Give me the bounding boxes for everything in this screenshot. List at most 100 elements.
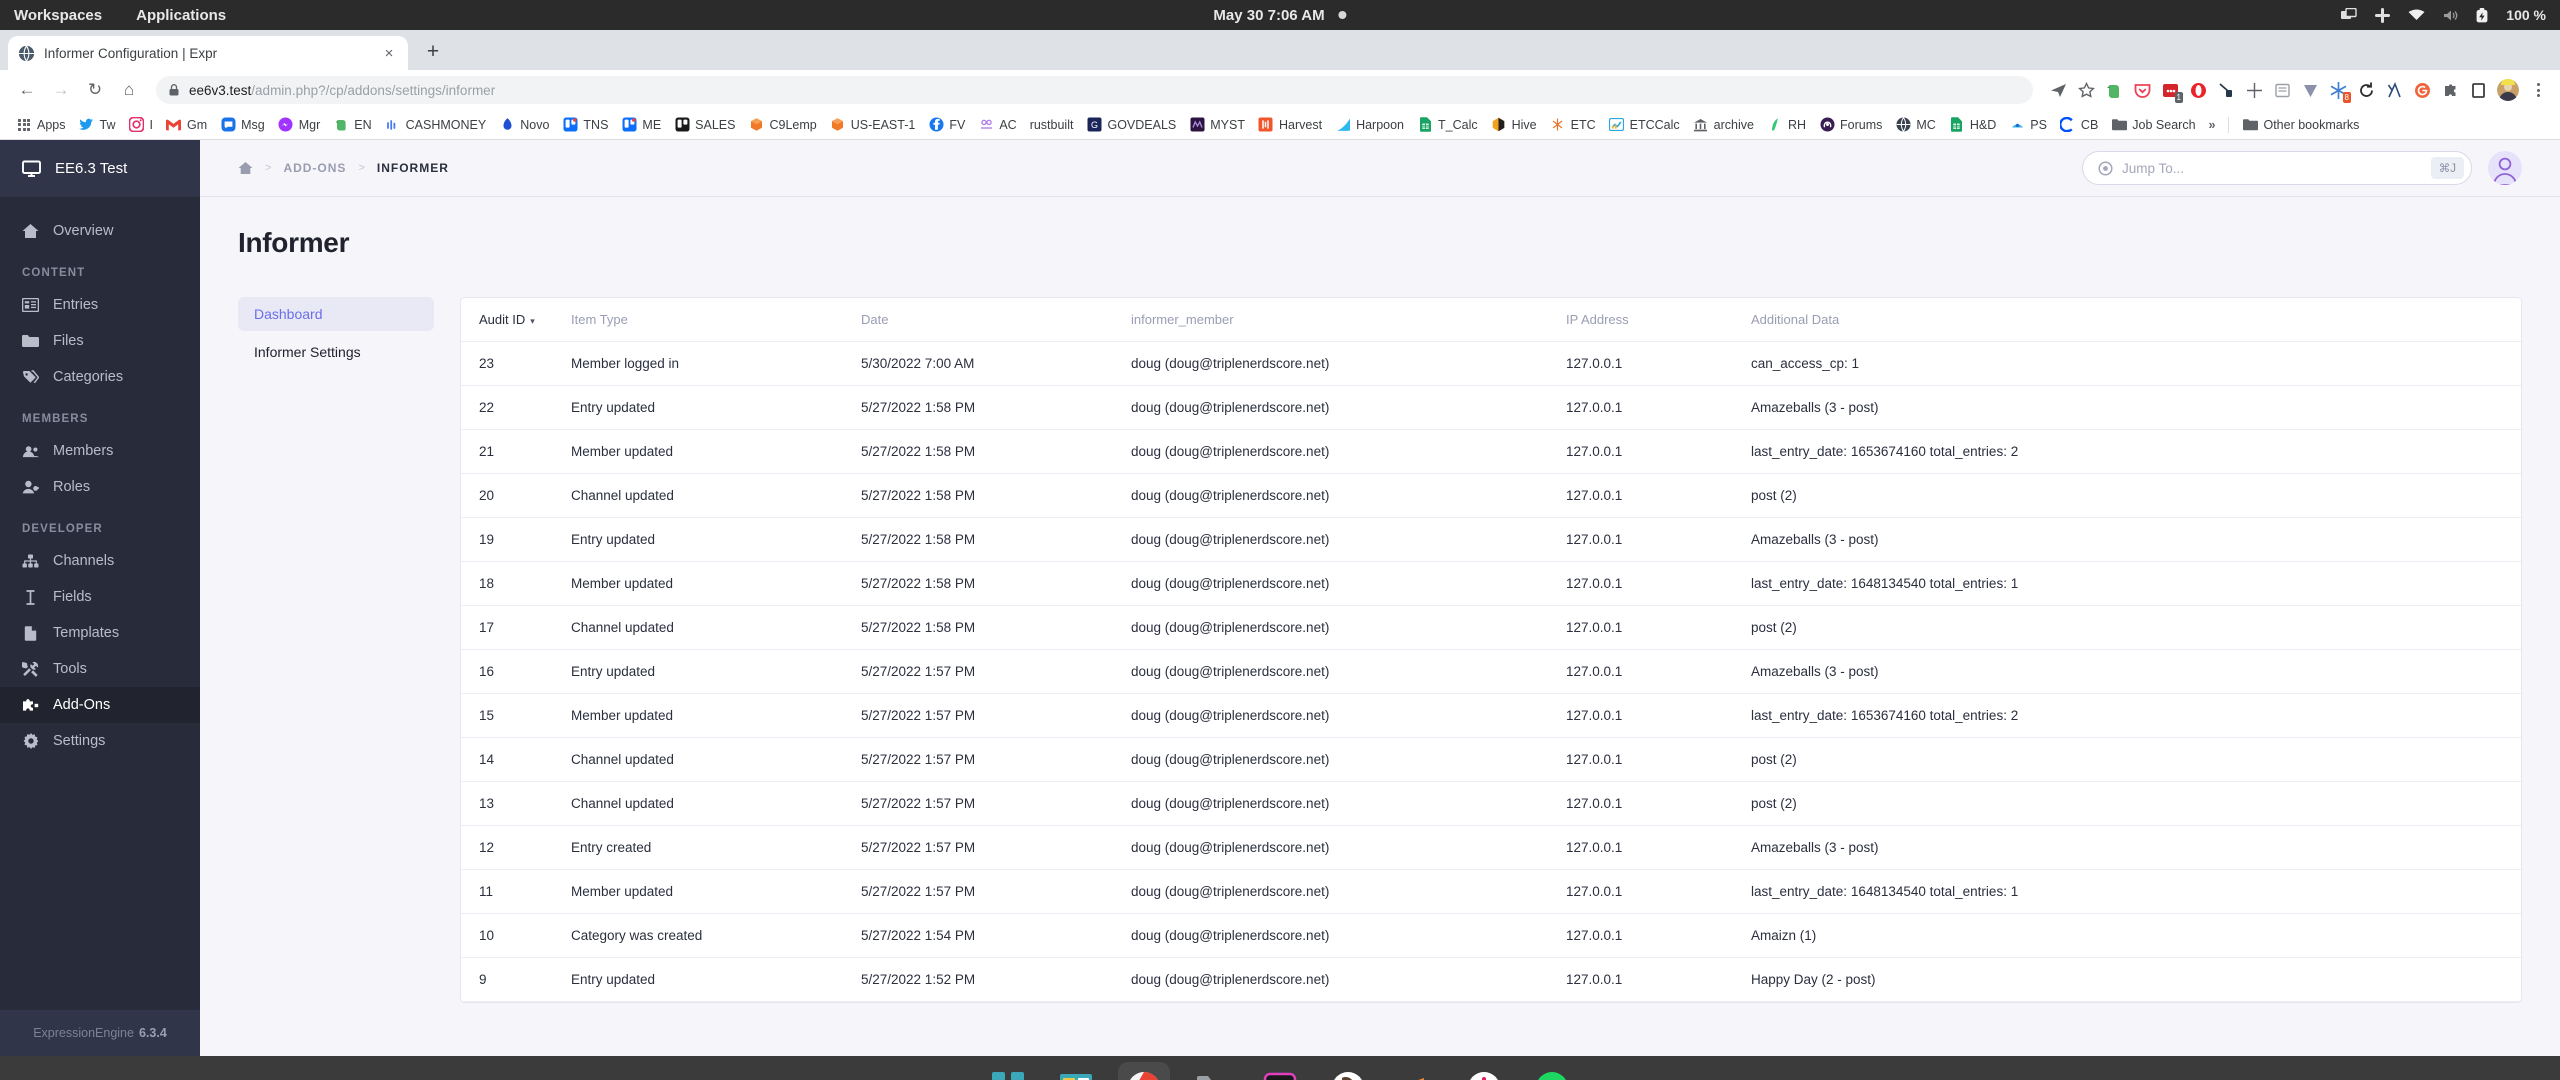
jump-to-search[interactable]: Jump To... ⌘J: [2082, 151, 2472, 185]
subnav-item-dashboard[interactable]: Dashboard: [238, 297, 434, 331]
bookmark-govdeals[interactable]: G GOVDEALS: [1080, 114, 1182, 136]
table-row[interactable]: 16 Entry updated 5/27/2022 1:57 PM doug (do…: [461, 649, 2521, 694]
forward-button[interactable]: →: [46, 75, 76, 105]
spotify-icon[interactable]: [1526, 1062, 1578, 1080]
google-chrome-icon[interactable]: [1118, 1062, 1170, 1080]
site-switcher[interactable]: EE6.3 Test: [0, 140, 200, 197]
table-row[interactable]: 10 Category was created 5/27/2022 1:54 PM d…: [461, 913, 2521, 958]
pocket-icon[interactable]: [2133, 81, 2152, 100]
xfce-appfinder-icon[interactable]: [982, 1062, 1034, 1080]
sidebar-item-templates[interactable]: Templates: [0, 615, 200, 651]
table-row[interactable]: 15 Member updated 5/27/2022 1:57 PM doug (d…: [461, 693, 2521, 738]
avatar[interactable]: [2488, 151, 2522, 185]
sidebar-item-fields[interactable]: Fields: [0, 579, 200, 615]
sidebar-item-members[interactable]: Members: [0, 433, 200, 469]
os-menu-workspaces[interactable]: Workspaces: [14, 7, 102, 24]
table-row[interactable]: 17 Channel updated 5/27/2022 1:58 PM doug (…: [461, 605, 2521, 650]
sidebar-item-settings[interactable]: Settings: [0, 723, 200, 759]
grammarly-icon[interactable]: [2413, 81, 2432, 100]
table-row[interactable]: 20 Channel updated 5/27/2022 1:58 PM doug (…: [461, 473, 2521, 518]
table-row[interactable]: 21 Member updated 5/27/2022 1:58 PM doug (d…: [461, 429, 2521, 474]
notebook-icon[interactable]: [2273, 81, 2292, 100]
column-header-ip-address[interactable]: IP Address: [1566, 298, 1751, 342]
bookmark-en[interactable]: EN: [327, 114, 377, 136]
os-menu-applications[interactable]: Applications: [136, 7, 226, 24]
back-button[interactable]: ←: [12, 75, 42, 105]
evernote-icon[interactable]: [2105, 81, 2124, 100]
bookmark-ps[interactable]: PS: [2003, 114, 2053, 136]
gimp-icon[interactable]: [1322, 1062, 1374, 1080]
bookmark-cashmoney[interactable]: CASHMONEY: [379, 114, 493, 136]
v-icon[interactable]: [2301, 81, 2320, 100]
sidebar-item-channels[interactable]: Channels: [0, 543, 200, 579]
table-row[interactable]: 19 Entry updated 5/27/2022 1:58 PM doug (do…: [461, 517, 2521, 562]
bookmark-us-east-1[interactable]: US-EAST-1: [824, 114, 922, 136]
bookmark-mc[interactable]: MC: [1889, 114, 1941, 136]
bookmark-novo[interactable]: Novo: [493, 114, 555, 136]
wifi-icon[interactable]: [2408, 9, 2425, 21]
terminal-icon[interactable]: [1254, 1062, 1306, 1080]
table-row[interactable]: 11 Member updated 5/27/2022 1:57 PM doug (d…: [461, 869, 2521, 914]
bookmark-gm[interactable]: Gm: [160, 114, 213, 136]
window-manager-icon[interactable]: [1050, 1062, 1102, 1080]
bookmark-apps[interactable]: Apps: [10, 114, 72, 136]
bookmark-c9lemp[interactable]: C9Lemp: [742, 114, 822, 136]
table-row[interactable]: 9 Entry updated 5/27/2022 1:52 PM doug (dou…: [461, 957, 2521, 1002]
table-row[interactable]: 22 Entry updated 5/27/2022 1:58 PM doug (do…: [461, 385, 2521, 430]
browser-tab[interactable]: Informer Configuration | Expr ×: [8, 36, 408, 70]
bookmark-etc[interactable]: ETC: [1544, 114, 1602, 136]
kebab-menu-icon[interactable]: [2528, 83, 2548, 97]
column-header-date[interactable]: Date: [861, 298, 1131, 342]
new-tab-button[interactable]: +: [418, 37, 448, 67]
sidebar-item-entries[interactable]: Entries: [0, 287, 200, 323]
sidebar-item-tools[interactable]: Tools: [0, 651, 200, 687]
battery-icon[interactable]: [2476, 7, 2488, 23]
sidebar-item-files[interactable]: Files: [0, 323, 200, 359]
table-row[interactable]: 14 Channel updated 5/27/2022 1:57 PM doug (…: [461, 737, 2521, 782]
send-to-icon[interactable]: [2049, 81, 2068, 100]
bookmark-tns[interactable]: TNS: [556, 114, 614, 136]
bookmark-harvest[interactable]: Harvest: [1252, 114, 1328, 136]
volume-icon[interactable]: [2443, 9, 2458, 22]
bookmark-star-icon[interactable]: [2077, 81, 2096, 100]
bookmark-hive[interactable]: Hive: [1485, 114, 1543, 136]
crosshair-icon[interactable]: [2245, 81, 2264, 100]
column-header-item-type[interactable]: Item Type: [571, 298, 861, 342]
column-header-informer-member[interactable]: informer_member: [1131, 298, 1566, 342]
sidebar-item-categories[interactable]: Categories: [0, 359, 200, 395]
bookmark-ac[interactable]: AC: [972, 114, 1022, 136]
column-header-additional-data[interactable]: Additional Data: [1751, 298, 2521, 342]
pen-icon[interactable]: [2217, 81, 2236, 100]
slack-icon[interactable]: [1458, 1062, 1510, 1080]
bookmark-other-bookmarks[interactable]: Other bookmarks: [2236, 114, 2365, 136]
bookmark-mgr[interactable]: Mgr: [272, 114, 327, 136]
snowflake-icon[interactable]: 8: [2329, 81, 2351, 103]
sidebar-item-overview[interactable]: Overview: [0, 213, 200, 249]
close-icon[interactable]: ×: [380, 45, 398, 62]
bookmark-archive[interactable]: archive: [1687, 114, 1760, 136]
bookmark-t-calc[interactable]: T_Calc: [1411, 114, 1484, 136]
sidebar-item-roles[interactable]: Roles: [0, 469, 200, 505]
opera-red-icon[interactable]: [2189, 81, 2208, 100]
puzzle-icon[interactable]: [2441, 81, 2460, 100]
breadcrumb-home-icon[interactable]: [238, 161, 253, 175]
display-switch-icon[interactable]: [2341, 8, 2357, 22]
address-bar[interactable]: ee6v3.test/admin.php?/cp/addons/settings…: [156, 76, 2033, 104]
lambda-icon[interactable]: [2385, 81, 2404, 100]
bookmark-sales[interactable]: SALES: [668, 114, 741, 136]
subnav-item-informer-settings[interactable]: Informer Settings: [238, 335, 434, 369]
bookmark-forums[interactable]: Forums: [1813, 114, 1888, 136]
bookmark-cb[interactable]: CB: [2054, 114, 2104, 136]
bookmark-rustbuilt[interactable]: rustbuilt: [1024, 115, 1080, 135]
bookmark-etccalc[interactable]: ETCCalc: [1603, 114, 1686, 136]
honey-icon[interactable]: 1: [2161, 81, 2183, 103]
bookmark-msg[interactable]: Msg: [214, 114, 271, 136]
bookmark-h-d[interactable]: H&D: [1943, 114, 2002, 136]
bookmark-rh[interactable]: RH: [1761, 114, 1812, 136]
bookmarks-overflow-button[interactable]: »: [2203, 115, 2222, 135]
table-row[interactable]: 23 Member logged in 5/30/2022 7:00 AM doug …: [461, 341, 2521, 386]
bookmark-harpoon[interactable]: Harpoon: [1329, 114, 1410, 136]
column-header-audit-id[interactable]: Audit ID ▾: [461, 298, 571, 342]
sync-icon[interactable]: [2357, 81, 2376, 100]
slack-icon[interactable]: [2375, 7, 2391, 23]
